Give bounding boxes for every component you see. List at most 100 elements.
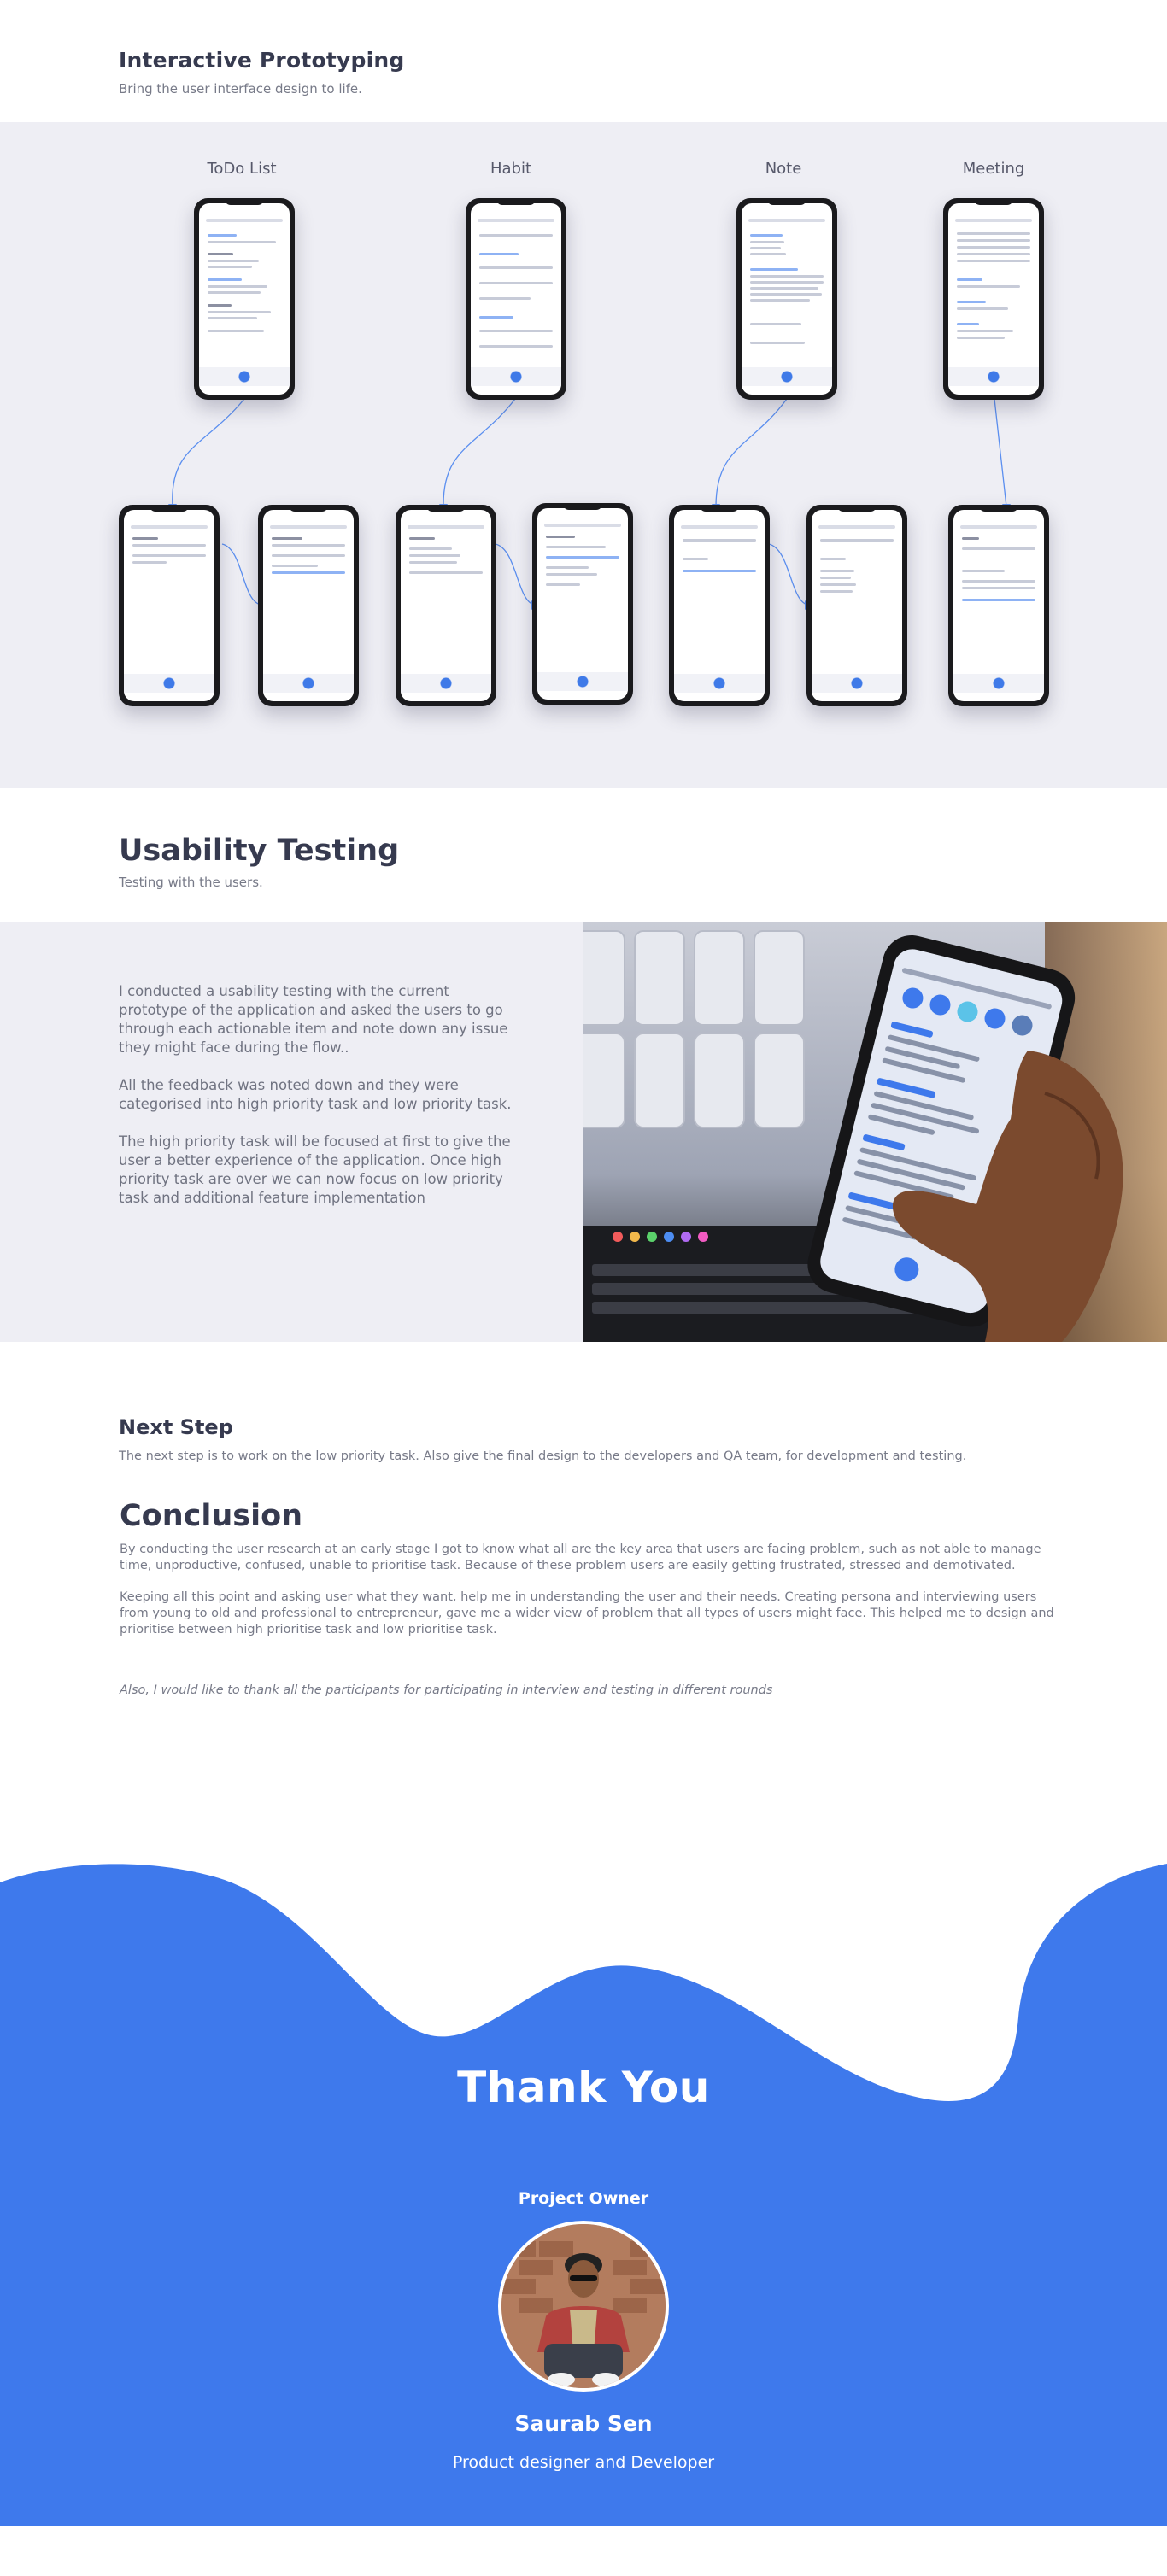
placeholder-line: [409, 537, 435, 540]
placeholder-line: [962, 570, 1005, 572]
placeholder-line: [208, 291, 261, 294]
phone-screen: [199, 203, 290, 395]
placeholder-line: [208, 241, 276, 243]
paragraph: The high priority task will be focused a…: [119, 1133, 511, 1206]
owner-name: Saurab Sen: [514, 2411, 653, 2436]
placeholder-line: [962, 587, 1035, 589]
section-title: Usability Testing: [119, 834, 400, 868]
phone-screen: [124, 510, 214, 701]
phone-screen: [401, 510, 491, 701]
placeholder-line: [409, 561, 457, 564]
placeholder-line: [479, 345, 553, 348]
next-step-block: Next Step The next step is to work on th…: [0, 1342, 1167, 1463]
placeholder-line: [750, 293, 822, 296]
phone-mockup-note: [736, 198, 837, 400]
placeholder-line: [479, 266, 553, 269]
placeholder-line: [820, 590, 853, 593]
phone-mockup-meeting: [943, 198, 1044, 400]
flow-line: [443, 398, 516, 507]
placeholder-line: [957, 307, 1008, 310]
phone-screen: [537, 508, 628, 700]
prototyping-section: Interactive Prototyping Bring the user i…: [0, 0, 1167, 788]
placeholder-line: [479, 316, 513, 319]
summary-section: Next Step The next step is to work on th…: [0, 1342, 1167, 1699]
placeholder-line: [957, 260, 1030, 262]
placeholder-line: [957, 330, 1013, 332]
placeholder-line: [132, 537, 158, 540]
phone-notch: [225, 198, 264, 205]
placeholder-line: [546, 536, 575, 538]
placeholder-line: [820, 577, 851, 579]
section-title: Interactive Prototyping: [119, 48, 405, 73]
placeholder-line: [957, 301, 986, 303]
phone-screen: [471, 203, 561, 395]
placeholder-line: [208, 278, 242, 281]
phone-mockup-todo-detail: [258, 505, 359, 706]
placeholder-line: [750, 299, 810, 302]
placeholder-line: [479, 234, 553, 237]
phone-screen: [263, 510, 354, 701]
placeholder-line: [272, 544, 345, 547]
placeholder-line: [479, 253, 519, 255]
phone-mockup-habit: [466, 198, 566, 400]
placeholder-line: [962, 580, 1035, 583]
flow-line: [495, 543, 535, 606]
placeholder-line: [750, 247, 781, 249]
thank-you-heading: Thank You: [457, 2063, 710, 2112]
phone-notch: [496, 198, 536, 205]
placeholder-line: [750, 268, 798, 271]
placeholder-line: [750, 281, 824, 284]
placeholder-line: [962, 537, 979, 540]
placeholder-line: [272, 565, 318, 567]
placeholder-line: [750, 241, 784, 243]
placeholder-line: [546, 556, 619, 559]
placeholder-line: [957, 323, 979, 325]
phone-notch: [426, 505, 466, 512]
phone-notch: [767, 198, 806, 205]
placeholder-line: [750, 275, 824, 278]
prototype-board: ToDo List Habit Note Meeting: [0, 122, 1167, 788]
placeholder-line: [957, 278, 982, 281]
placeholder-line: [546, 566, 589, 569]
conclusion-paragraph: By conducting the user research at an ea…: [120, 1543, 1041, 1572]
phone-notch: [979, 505, 1018, 512]
placeholder-line: [820, 583, 856, 586]
phone-notch: [974, 198, 1013, 205]
phone-screen: [953, 510, 1044, 701]
phone-screen: [742, 203, 832, 395]
flow-line: [221, 543, 261, 606]
placeholder-line: [208, 311, 271, 313]
phone-mockup-todo-add: [119, 505, 220, 706]
placeholder-line: [479, 297, 531, 300]
placeholder-line: [683, 570, 756, 572]
placeholder-line: [957, 253, 1030, 255]
placeholder-line: [957, 232, 1030, 235]
phone-mockup-meeting-add: [948, 505, 1049, 706]
phone-notch: [289, 505, 328, 512]
phone-screen: [948, 203, 1039, 395]
paragraph: I conducted a usability testing with the…: [119, 983, 508, 1056]
phone-mockup-note-detail: [806, 505, 907, 706]
placeholder-line: [546, 583, 580, 586]
placeholder-line: [957, 337, 1005, 339]
placeholder-line: [208, 253, 233, 255]
placeholder-line: [272, 554, 345, 557]
placeholder-line: [272, 571, 345, 574]
flow-line: [994, 398, 1007, 507]
placeholder-line: [479, 330, 553, 332]
placeholder-line: [546, 546, 606, 548]
placeholder-line: [409, 547, 452, 550]
placeholder-line: [409, 571, 483, 574]
section-subtitle: Testing with the users.: [119, 875, 263, 890]
placeholder-line: [132, 554, 206, 557]
placeholder-line: [957, 239, 1030, 242]
placeholder-line: [750, 323, 801, 325]
section-subtitle: Bring the user interface design to life.: [119, 81, 362, 97]
phone-notch: [150, 505, 189, 512]
placeholder-line: [750, 234, 783, 237]
placeholder-line: [208, 304, 232, 307]
placeholder-line: [962, 599, 1035, 601]
thank-you-footer: Thank You Project Owner Saurab Sen Produ…: [0, 1864, 1167, 2526]
placeholder-line: [208, 266, 252, 268]
phone-mockup-note-add: [669, 505, 770, 706]
